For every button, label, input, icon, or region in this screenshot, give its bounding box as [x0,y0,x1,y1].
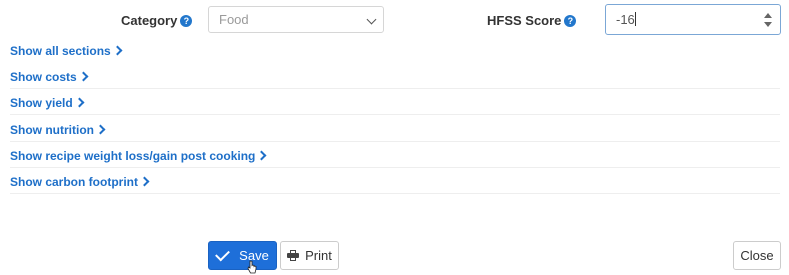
show-costs-link[interactable]: Show costs [10,70,780,89]
show-all-sections-link[interactable]: Show all sections [10,44,780,62]
category-label-text: Category [121,13,178,28]
show-carbon-footprint-link[interactable]: Show carbon footprint [10,175,780,194]
show-yield-link[interactable]: Show yield [10,96,780,115]
print-button-label: Print [305,248,332,263]
check-icon [215,246,231,261]
close-button-label: Close [740,248,774,263]
category-label: Category? [121,13,193,28]
chevron-right-icon [256,150,267,161]
spinner-up-icon[interactable] [764,13,772,18]
chevron-right-icon [95,124,106,135]
chevron-right-icon [112,45,123,56]
section-link-label: Show costs [10,70,77,84]
spinner-down-icon[interactable] [764,22,772,27]
section-link-label: Show all sections [10,44,111,58]
chevron-down-icon [366,14,377,25]
show-nutrition-link[interactable]: Show nutrition [10,123,780,142]
hfss-score-value: -16 [616,12,635,27]
print-button[interactable]: Print [280,241,339,270]
save-button[interactable]: Save [208,241,277,270]
close-button[interactable]: Close [733,241,781,270]
chevron-right-icon [139,176,150,187]
hfss-score-label: HFSS Score? [487,13,577,28]
section-link-label: Show nutrition [10,123,94,137]
chevron-right-icon [74,97,85,108]
print-icon [287,250,300,261]
section-link-label: Show recipe weight loss/gain post cookin… [10,149,256,163]
question-circle-icon[interactable]: ? [564,15,577,27]
hfss-score-input[interactable]: -16 [605,4,781,35]
number-spinner[interactable] [764,11,772,29]
category-select[interactable]: Food [208,6,384,33]
category-select-value: Food [219,12,249,27]
text-caret [634,12,636,26]
chevron-right-icon [78,71,89,82]
show-weight-loss-gain-link[interactable]: Show recipe weight loss/gain post cookin… [10,149,780,168]
hand-pointer-icon [247,260,257,274]
question-circle-icon[interactable]: ? [180,15,193,27]
section-link-label: Show carbon footprint [10,175,138,189]
recipe-form: Category? Food HFSS Score? -16 Show all … [0,0,789,275]
hfss-score-label-text: HFSS Score [487,13,562,28]
section-link-label: Show yield [10,96,73,110]
